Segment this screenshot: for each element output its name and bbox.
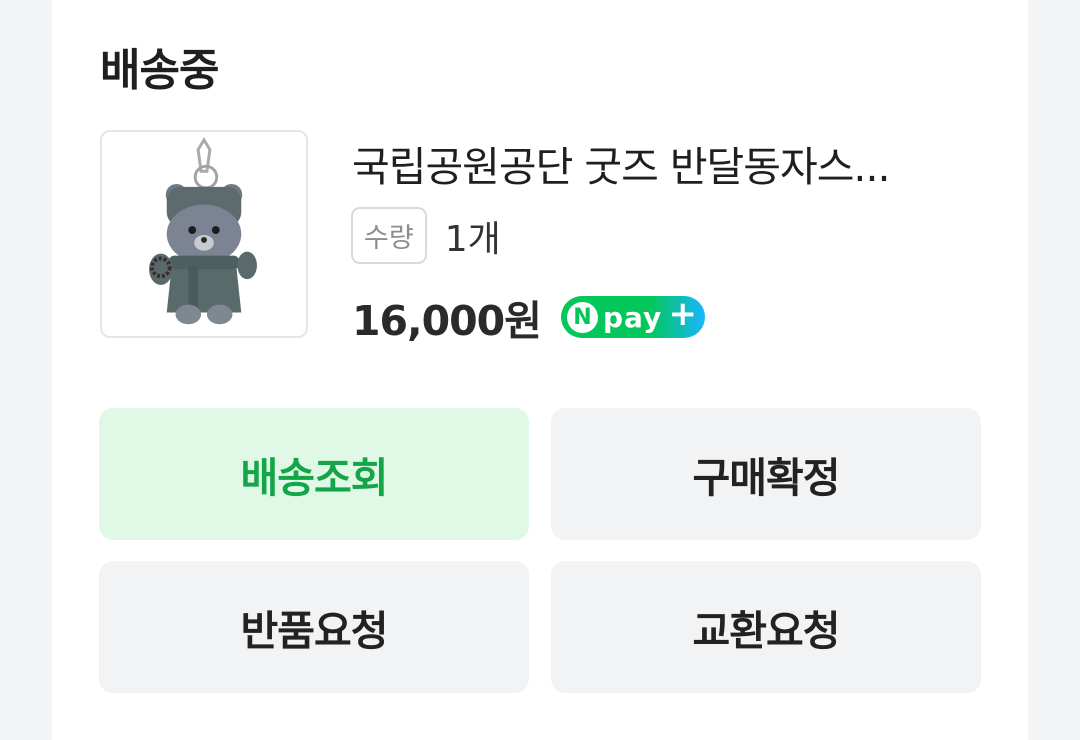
track-delivery-button[interactable]: 배송조회 xyxy=(99,408,529,540)
product-thumbnail[interactable] xyxy=(100,130,308,338)
plus-icon: + xyxy=(668,294,697,334)
exchange-request-button[interactable]: 교환요청 xyxy=(551,561,981,693)
delivery-status: 배송중 xyxy=(100,45,219,96)
npay-label: pay xyxy=(602,300,663,334)
npay-plus-badge: N pay + xyxy=(560,294,705,338)
quantity-label: 수량 xyxy=(351,207,427,264)
quantity-row: 수량 1개 xyxy=(351,207,501,264)
product-title[interactable]: 국립공원공단 굿즈 반달동자스... xyxy=(352,133,972,193)
confirm-purchase-button[interactable]: 구매확정 xyxy=(551,408,981,540)
bear-plush-keychain-image xyxy=(149,136,257,325)
price: 16,000원 xyxy=(352,297,542,345)
quantity-value: 1개 xyxy=(444,218,501,260)
return-request-button[interactable]: 반품요청 xyxy=(99,561,529,693)
order-card: 배송중 국립공원공단 굿즈 반달동자스... 수량 1개 16,000원 N p… xyxy=(52,0,1028,740)
naver-n-icon: N xyxy=(566,301,598,333)
price-row: 16,000원 N pay + xyxy=(352,287,705,347)
